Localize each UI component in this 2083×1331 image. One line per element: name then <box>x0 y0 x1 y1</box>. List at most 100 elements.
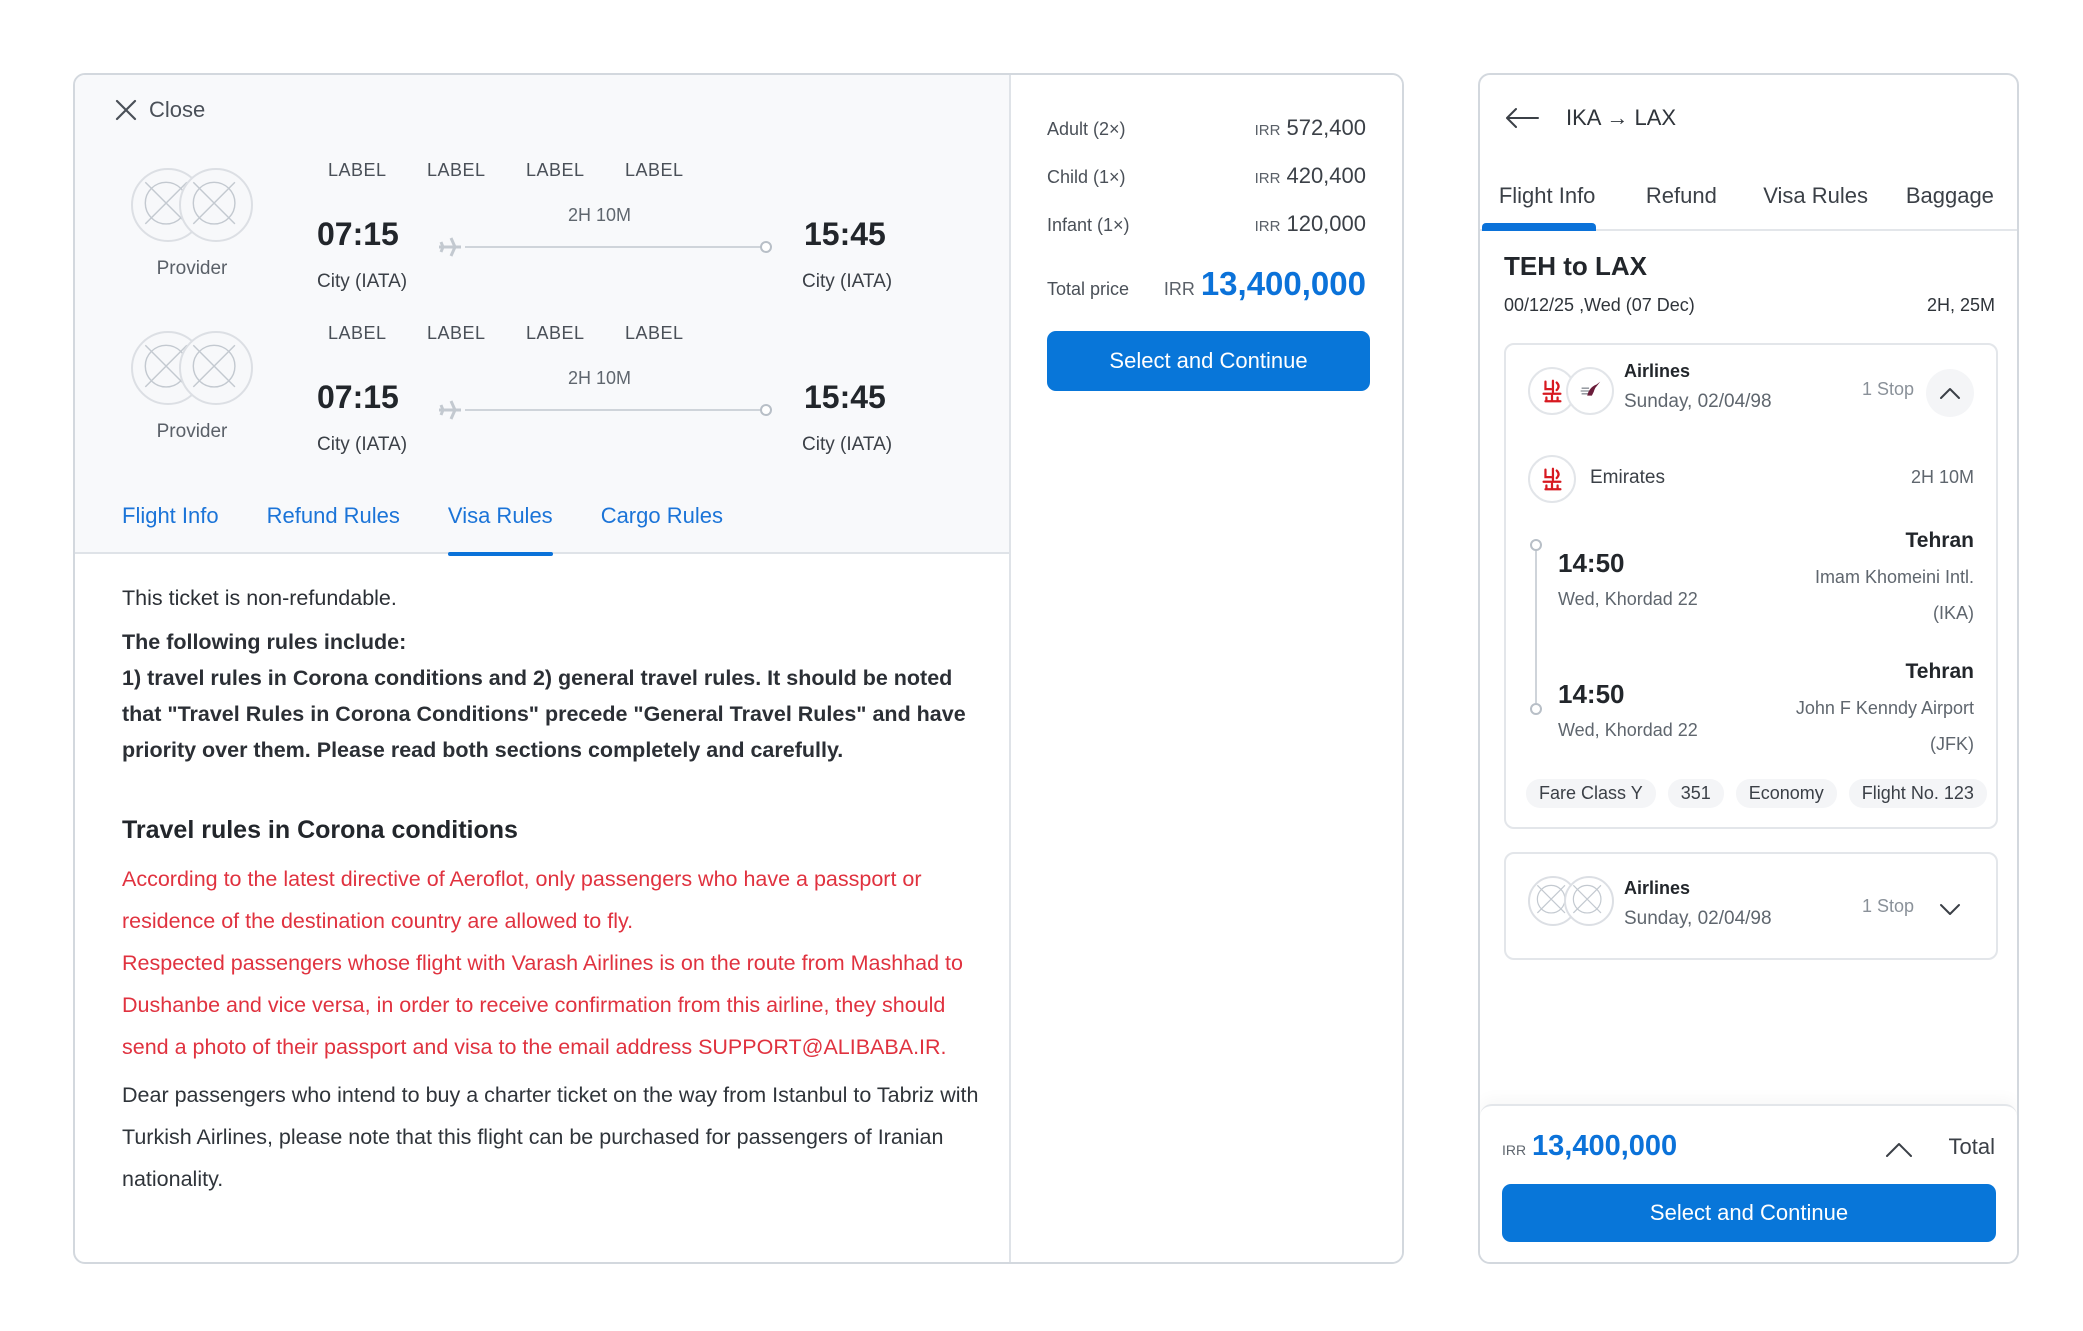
flight-attributes: Fare Class Y 351 Economy Flight No. 123 <box>1526 779 1987 808</box>
arrival-city: City (IATA) <box>802 434 893 455</box>
tab-baggage[interactable]: Baggage <box>1883 175 2017 229</box>
intro-text: This ticket is non-refundable. <box>122 586 397 610</box>
tab-refund[interactable]: Refund <box>1614 175 1748 229</box>
airline-date: Sunday, 02/04/98 <box>1624 391 1772 412</box>
timeline-start-dot <box>1530 539 1542 551</box>
price-row-adult: Adult (2×) IRR 572,400 <box>1047 115 1366 141</box>
price-value: 420,400 <box>1286 163 1366 188</box>
arrival-time: 14:50 <box>1558 679 1625 709</box>
back-arrow-icon[interactable] <box>1504 106 1540 130</box>
track-end-dot <box>760 404 772 416</box>
price-row-infant: Infant (1×) IRR 120,000 <box>1047 211 1366 237</box>
flight-number-chip: Flight No. 123 <box>1848 779 1987 808</box>
flight-details-modal: Close Provider LABEL LABEL LABEL LABEL 0… <box>73 73 1404 1264</box>
flight-summary-header: Close Provider LABEL LABEL LABEL LABEL 0… <box>75 75 1009 556</box>
stops-count: 1 Stop <box>1861 896 1914 916</box>
provider-name: Provider <box>156 421 228 442</box>
total-label: Total <box>1948 1134 1995 1159</box>
timeline-line <box>1535 549 1537 703</box>
tab-refund-rules[interactable]: Refund Rules <box>267 503 400 554</box>
section-title: Travel rules in Corona conditions <box>122 816 518 844</box>
carrier-name: Emirates <box>1590 467 1665 488</box>
airline-name: Airlines <box>1624 878 1691 898</box>
rules-heading: The following rules include: <box>122 630 407 654</box>
qatar-logo-icon <box>1566 367 1614 415</box>
segment-header: Emirates 2H 10M <box>1528 455 1974 505</box>
trip-duration: 2H, 25M <box>1926 295 1995 315</box>
flight-label: LABEL <box>625 160 684 180</box>
chevron-up-icon[interactable] <box>1885 1140 1913 1158</box>
stops-count: 1 Stop <box>1861 379 1914 399</box>
airline-name: Airlines <box>1624 361 1691 381</box>
flight-duration: 2H 10M <box>568 205 632 225</box>
flight-card-expanded: Airlines Sunday, 02/04/98 1 Stop Emirate… <box>1504 343 1998 829</box>
departure-time: 07:15 <box>317 379 399 415</box>
departure-city: City (IATA) <box>317 271 408 292</box>
airplane-icon <box>439 237 461 257</box>
tab-visa-rules[interactable]: Visa Rules <box>447 503 553 556</box>
tab-flight-info[interactable]: Flight Info <box>1480 175 1614 231</box>
placeholder-logo-icon <box>179 331 253 405</box>
currency: IRR <box>1254 170 1281 187</box>
total-price-value: 13,400,000 <box>1200 265 1366 302</box>
flight-row: Provider LABEL LABEL LABEL LABEL 07:15 C… <box>75 160 1009 320</box>
visa-rules-content: This ticket is non-refundable. The follo… <box>122 580 982 1200</box>
flight-card-collapsed[interactable]: Airlines Sunday, 02/04/98 1 Stop <box>1504 852 1998 960</box>
currency: IRR <box>1502 1142 1527 1158</box>
flight-label: LABEL <box>328 160 387 180</box>
departure-airport: Imam Khomeini Intl. <box>1814 567 1974 587</box>
chevron-down-icon <box>1940 904 1960 915</box>
info-paragraph: Dear passengers who intend to buy a char… <box>122 1083 979 1191</box>
total-price-label: Total price <box>1047 279 1130 299</box>
flight-label: LABEL <box>427 323 486 343</box>
mobile-header: IKA → LAX <box>1504 105 1676 131</box>
rules-summary: 1) travel rules in Corona conditions and… <box>122 666 966 762</box>
flight-label: LABEL <box>328 323 387 343</box>
route-title: IKA → LAX <box>1566 105 1677 130</box>
flight-label: LABEL <box>526 323 585 343</box>
departure-city: Tehran <box>1905 529 1974 552</box>
trip-date: 00/12/25 ,Wed (07 Dec) <box>1504 295 1695 315</box>
select-and-continue-button[interactable]: Select and Continue <box>1502 1184 1996 1242</box>
mobile-price-footer: IRR 13,400,000 Total Select and Continue <box>1480 1104 2017 1262</box>
card-header[interactable]: Airlines Sunday, 02/04/98 1 Stop <box>1506 345 1996 441</box>
flight-track <box>437 400 772 420</box>
flight-label: LABEL <box>625 323 684 343</box>
tab-cargo-rules[interactable]: Cargo Rules <box>601 503 723 554</box>
departure-time: 07:15 <box>317 216 399 252</box>
price-summary: Adult (2×) IRR 572,400 Child (1×) IRR 420,… <box>1009 75 1402 1262</box>
arrival-time: 15:45 <box>804 379 886 415</box>
close-button[interactable]: Close <box>113 97 205 123</box>
cabin-class-chip: Economy <box>1735 779 1837 808</box>
fare-class-chip: Fare Class Y <box>1526 779 1656 808</box>
airline-date: Sunday, 02/04/98 <box>1624 908 1772 929</box>
airplane-icon <box>439 400 461 420</box>
arrival-date: Wed, Khordad 22 <box>1558 720 1698 740</box>
departure-date: Wed, Khordad 22 <box>1558 589 1698 609</box>
provider-logos <box>131 168 253 242</box>
departure-city: City (IATA) <box>317 434 408 455</box>
provider-logos <box>131 331 253 405</box>
total-price-row: Total price IRR 13,400,000 <box>1047 265 1366 303</box>
flight-track <box>437 237 772 257</box>
arrival-time: 15:45 <box>804 216 886 252</box>
collapse-button[interactable] <box>1926 369 1974 417</box>
trip-title: TEH to LAX <box>1504 251 1647 281</box>
segment-timeline <box>1530 539 1542 715</box>
segment-duration: 2H 10M <box>1910 467 1974 487</box>
flight-label: LABEL <box>427 160 486 180</box>
select-and-continue-button[interactable]: Select and Continue <box>1047 331 1370 391</box>
departure-time: 14:50 <box>1558 548 1625 578</box>
arrival-city: City (IATA) <box>802 271 893 292</box>
card-header[interactable]: Airlines Sunday, 02/04/98 1 Stop <box>1506 854 1996 950</box>
expand-button[interactable] <box>1926 886 1974 934</box>
flight-labels: LABEL LABEL LABEL LABEL <box>328 160 724 181</box>
flight-labels: LABEL LABEL LABEL LABEL <box>328 323 724 344</box>
price-value: 572,400 <box>1286 115 1366 140</box>
arrival-airport: John F Kenndy Airport <box>1795 698 1974 718</box>
tab-flight-info[interactable]: Flight Info <box>122 503 219 554</box>
tab-visa-rules[interactable]: Visa Rules <box>1749 175 1883 229</box>
flight-label: LABEL <box>526 160 585 180</box>
track-line <box>465 409 762 411</box>
warning-paragraph: According to the latest directive of Aer… <box>122 867 922 933</box>
